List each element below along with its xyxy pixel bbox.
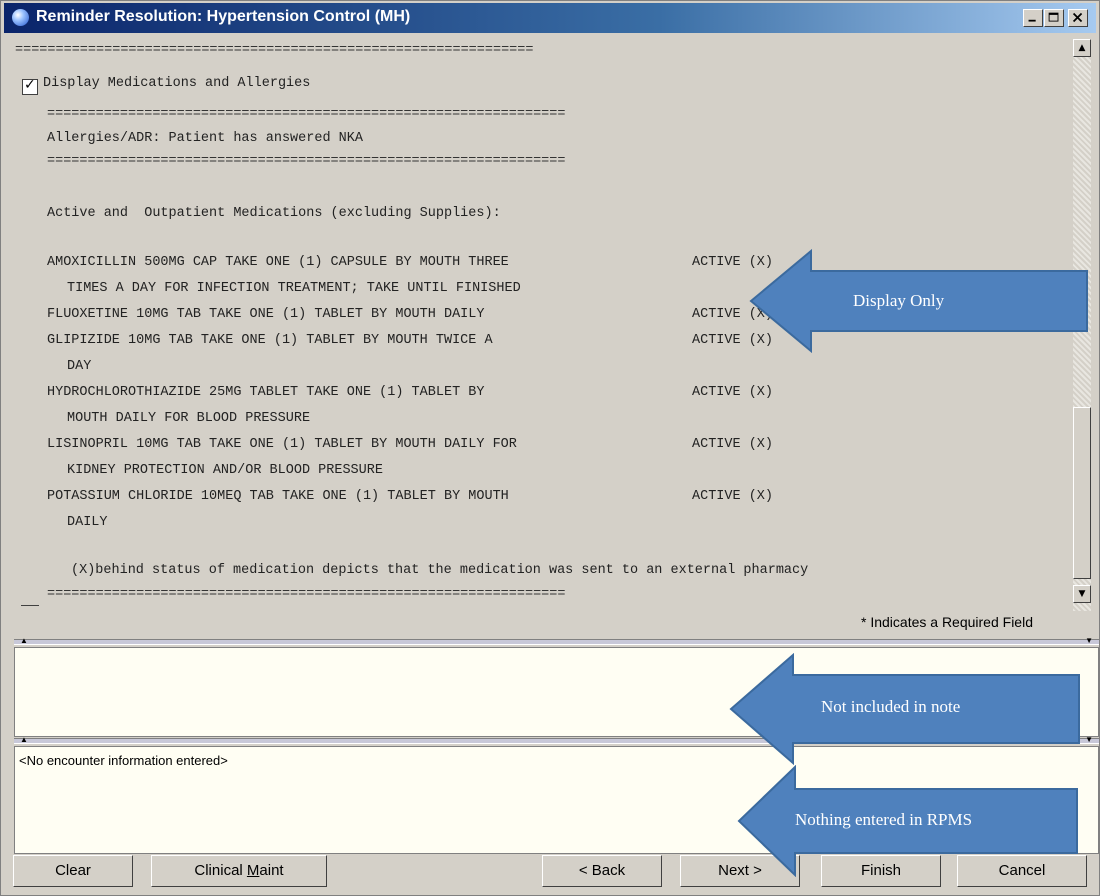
- window-title: Reminder Resolution: Hypertension Contro…: [36, 8, 411, 25]
- medication-status: ACTIVE (X): [692, 385, 774, 400]
- maximize-icon: [1048, 12, 1059, 22]
- medication-status: ACTIVE (X): [692, 437, 774, 452]
- hotkey-letter: M: [246, 862, 260, 879]
- arrow-down-icon: ▼: [1085, 735, 1093, 744]
- arrow-up-icon: ▲: [20, 636, 28, 645]
- medication-line: DAILY: [67, 515, 108, 530]
- scroll-down-button[interactable]: ▼: [1073, 585, 1091, 603]
- arrow-up-icon: ▲: [1078, 43, 1086, 53]
- medication-line: AMOXICILLIN 500MG CAP TAKE ONE (1) CAPSU…: [47, 255, 509, 270]
- callout-label: Nothing entered in RPMS: [795, 810, 973, 829]
- minimize-icon: [1028, 19, 1036, 22]
- medication-line: DAY: [67, 359, 92, 374]
- callout-label: Display Only: [853, 291, 945, 310]
- medication-line: GLIPIZIDE 10MG TAB TAKE ONE (1) TABLET B…: [47, 333, 493, 348]
- separator-line: ========================================…: [47, 154, 566, 169]
- clear-button[interactable]: Clear: [13, 855, 133, 887]
- arrow-down-icon: ▼: [1078, 589, 1086, 599]
- not-included-callout: Not included in note: [729, 652, 1083, 766]
- button-label: aint: [259, 862, 284, 879]
- maximize-button[interactable]: [1044, 9, 1064, 27]
- checkbox-label[interactable]: Display Medications and Allergies: [43, 76, 310, 91]
- medication-line: TIMES A DAY FOR INFECTION TREATMENT; TAK…: [67, 281, 521, 296]
- nothing-entered-callout: Nothing entered in RPMS: [737, 764, 1081, 878]
- arrow-up-icon: ▲: [20, 735, 28, 744]
- external-pharmacy-footnote: (X)behind status of medication depicts t…: [71, 563, 809, 578]
- separator-line: ========================================…: [47, 587, 566, 602]
- separator-line: ========================================…: [47, 107, 566, 122]
- checkmark-icon: ✓: [24, 77, 36, 93]
- splitter-handle[interactable]: ▲ ▼: [14, 636, 1099, 645]
- medications-section-header: Active and Outpatient Medications (exclu…: [47, 206, 501, 221]
- back-button[interactable]: < Back: [542, 855, 662, 887]
- medication-line: POTASSIUM CHLORIDE 10MEQ TAB TAKE ONE (1…: [47, 489, 509, 504]
- scroll-up-button[interactable]: ▲: [1073, 39, 1091, 57]
- required-field-note: * Indicates a Required Field: [861, 614, 1033, 630]
- display-only-callout: Display Only: [749, 248, 1091, 354]
- medication-line: HYDROCHLOROTHIAZIDE 25MG TABLET TAKE ONE…: [47, 385, 485, 400]
- minimize-button[interactable]: [1023, 9, 1043, 27]
- medication-line: LISINOPRIL 10MG TAB TAKE ONE (1) TABLET …: [47, 437, 517, 452]
- reminder-resolution-window: Reminder Resolution: Hypertension Contro…: [0, 0, 1100, 896]
- arrow-down-icon: ▼: [1085, 636, 1093, 645]
- close-icon: [1072, 12, 1083, 23]
- medication-status: ACTIVE (X): [692, 489, 774, 504]
- medication-line: KIDNEY PROTECTION AND/OR BLOOD PRESSURE: [67, 463, 383, 478]
- medication-line: MOUTH DAILY FOR BLOOD PRESSURE: [67, 411, 311, 426]
- medication-line: FLUOXETINE 10MG TAB TAKE ONE (1) TABLET …: [47, 307, 485, 322]
- scroll-thumb[interactable]: [1073, 407, 1091, 579]
- close-button[interactable]: [1068, 9, 1088, 27]
- globe-icon: [12, 9, 29, 26]
- separator-line: ========================================…: [15, 43, 534, 58]
- title-bar: Reminder Resolution: Hypertension Contro…: [4, 3, 1096, 33]
- allergy-line: Allergies/ADR: Patient has answered NKA: [47, 131, 363, 146]
- encounter-info-text: <No encounter information entered>: [19, 753, 228, 768]
- display-medications-checkbox[interactable]: ✓: [22, 77, 38, 95]
- button-label: Clinical: [194, 862, 247, 879]
- callout-label: Not included in note: [821, 697, 961, 716]
- clinical-maint-button[interactable]: Clinical Maint: [151, 855, 327, 887]
- divider: [21, 605, 39, 606]
